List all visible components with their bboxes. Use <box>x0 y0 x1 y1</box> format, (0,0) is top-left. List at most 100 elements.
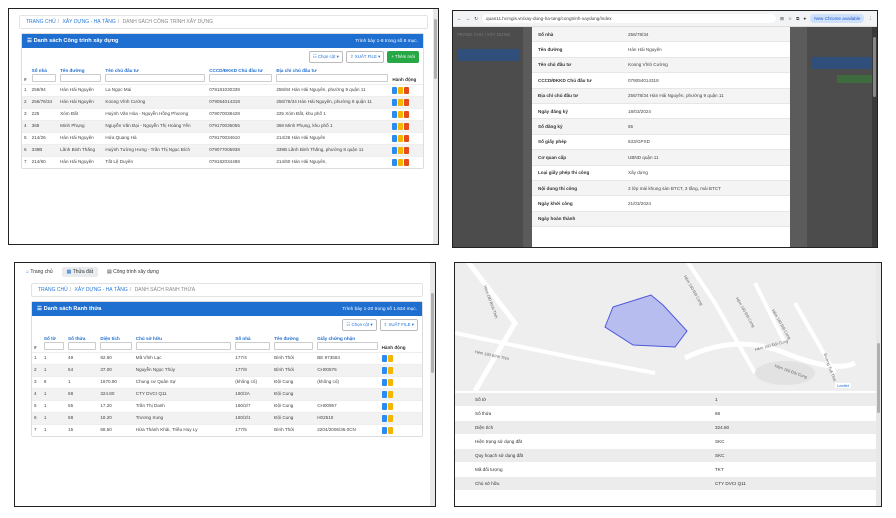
info-icon[interactable] <box>392 135 398 142</box>
filter-house-number[interactable] <box>235 342 271 350</box>
edit-icon[interactable] <box>398 87 404 94</box>
add-new-button[interactable]: + Thêm mới <box>387 51 419 63</box>
filter-street[interactable] <box>274 342 314 350</box>
table-row[interactable]: 7 214/60 Hàn Hải Nguyên Tất Lệ Duyên 0791820… <box>22 156 423 168</box>
filter-address[interactable] <box>276 74 389 82</box>
edit-icon[interactable] <box>398 147 404 154</box>
col-certificate[interactable]: Giấy chứng nhận <box>315 334 379 353</box>
col-house-number[interactable]: Số nhà <box>30 66 58 85</box>
info-icon[interactable] <box>392 111 398 118</box>
edit-icon[interactable] <box>387 367 393 374</box>
edit-icon[interactable] <box>398 99 404 106</box>
info-icon[interactable] <box>392 147 398 154</box>
info-icon[interactable] <box>381 403 387 410</box>
choose-columns-button[interactable]: ☷ Chọn cột ▾ <box>308 51 343 63</box>
filter-certificate[interactable] <box>317 342 378 350</box>
edit-icon[interactable] <box>387 403 393 410</box>
forward-icon[interactable]: → <box>466 16 471 21</box>
modal-scrollbar[interactable] <box>872 27 877 247</box>
vertical-scrollbar[interactable] <box>433 9 438 244</box>
filter-house-number[interactable] <box>31 74 57 82</box>
parcel-map[interactable]: Hẻm 180 Bình Thới Hẻm 160 Đội Cung Hẻm 1… <box>455 263 881 391</box>
table-row[interactable]: 3 225 Xóm Đất Huỳnh Văn Hòa - Nguyễn Hồng P… <box>22 108 423 121</box>
table-row[interactable]: 6 1 58 18.20 Trương Xung 160/2/1 Đội Cung H0251… <box>32 412 422 425</box>
delete-icon[interactable] <box>404 111 410 118</box>
edit-icon[interactable] <box>387 355 393 362</box>
table-row[interactable]: 6 339B Lãnh Binh Thăng Huỳnh Tường Hưng - T… <box>22 144 423 157</box>
info-icon[interactable] <box>381 367 387 374</box>
filter-street[interactable] <box>60 74 102 82</box>
tab-land-parcel[interactable]: ▦ Thửa đất <box>61 267 98 277</box>
info-icon[interactable] <box>392 87 398 94</box>
filter-sheet[interactable] <box>43 342 65 350</box>
info-icon[interactable] <box>381 427 387 434</box>
modal-backdrop[interactable]: TRANG CHỦ / XÂY DỰNG Số nhà 256/78/34 Tên … <box>453 27 877 247</box>
breadcrumb-home[interactable]: TRANG CHỦ <box>26 19 56 25</box>
table-row[interactable]: 3 8 1 1670.90 Chung cư Quân Sự (không có) Đội … <box>32 376 422 389</box>
edit-icon[interactable] <box>387 379 393 386</box>
col-owner[interactable]: Chủ sở hữu <box>134 334 234 353</box>
table-row[interactable]: 1 256/84 Hàn Hải Nguyên La Ngọc Mai 07918103… <box>22 84 423 97</box>
info-icon[interactable] <box>392 159 398 166</box>
edit-icon[interactable] <box>398 123 404 130</box>
delete-icon[interactable] <box>404 135 410 142</box>
delete-icon[interactable] <box>404 99 410 106</box>
filter-parcel[interactable] <box>68 342 97 350</box>
table-row[interactable]: 2 1 54 37.00 Nguyễn Ngọc Thủy 177/8 Bình Thới C… <box>32 364 422 377</box>
filter-area[interactable] <box>100 342 132 350</box>
table-row[interactable]: 5 214/26 Hàn Hải Nguyên Hứa Quang Hà 0791700… <box>22 132 423 145</box>
col-house-number[interactable]: Số nhà <box>233 334 272 353</box>
edit-icon[interactable] <box>387 391 393 398</box>
export-file-button[interactable]: ⇪ XUẤT FILE ▾ <box>345 51 385 63</box>
address-bar[interactable]: quan11.hcmgis.vn/xay-dung-ha-tang/congtr… <box>482 14 777 23</box>
info-icon[interactable] <box>381 379 387 386</box>
col-parcel[interactable]: Số thửa <box>66 334 98 353</box>
breadcrumb-category[interactable]: XÂY DỰNG - HẠ TẦNG <box>75 287 128 293</box>
new-chrome-badge[interactable]: New Chrome available <box>810 14 865 23</box>
delete-icon[interactable] <box>404 147 410 154</box>
edit-icon[interactable] <box>387 415 393 422</box>
table-row[interactable]: 7 1 15 68.50 Hứa Thành Khải, Triều Huy Ly 177… <box>32 424 422 436</box>
table-row[interactable]: 5 1 55 17.20 Trần Thị Danh 160/2/7 Đội Cung CH0… <box>32 400 422 413</box>
info-icon[interactable] <box>381 415 387 422</box>
breadcrumb-home[interactable]: TRANG CHỦ <box>38 287 68 293</box>
delete-icon[interactable] <box>404 159 410 166</box>
map-attribution[interactable]: Leaflet <box>834 383 851 388</box>
menu-kebab-icon[interactable]: ⋮ <box>868 16 873 22</box>
choose-columns-button[interactable]: ☷ Chọn cột ▾ <box>342 319 377 331</box>
col-sheet[interactable]: Số tờ <box>42 334 66 353</box>
edit-icon[interactable] <box>398 135 404 142</box>
info-icon[interactable] <box>392 123 398 130</box>
edit-icon[interactable] <box>398 111 404 118</box>
info-icon[interactable] <box>392 99 398 106</box>
table-row[interactable]: 2 256/78/34 Hàn Hải Nguyên Koong Vĩnh Cường… <box>22 96 423 109</box>
delete-icon[interactable] <box>404 87 410 94</box>
back-icon[interactable]: ← <box>457 16 462 21</box>
delete-icon[interactable] <box>404 123 410 130</box>
info-icon[interactable] <box>381 355 387 362</box>
table-row[interactable]: 1 1 49 92.60 Mã Vĩnh Lạc 177/4 Bình Thới BE 973… <box>32 352 422 365</box>
table-row[interactable]: 4 368 Minh Phụng Nguyễn Văn Đại - Nguyễn Th… <box>22 120 423 133</box>
vertical-scrollbar[interactable] <box>876 263 881 506</box>
translate-icon[interactable]: ⊞ <box>780 16 784 22</box>
profile-icon[interactable]: ● <box>803 16 806 21</box>
col-street[interactable]: Tên đường <box>58 66 103 85</box>
bookmark-star-icon[interactable]: ☆ <box>788 16 792 22</box>
breadcrumb-category[interactable]: XÂY DỰNG - HẠ TẦNG <box>63 19 116 25</box>
tab-home[interactable]: ⌂ Trang chủ <box>21 267 58 277</box>
col-area[interactable]: Diện tích <box>98 334 133 353</box>
info-icon[interactable] <box>381 391 387 398</box>
col-street[interactable]: Tên đường <box>272 334 315 353</box>
table-row[interactable]: 4 1 68 324.80 CTY DVCI Q11 160/2A Đội Cung <box>32 388 422 401</box>
filter-id-number[interactable] <box>209 74 273 82</box>
extensions-icon[interactable]: ⧉ <box>796 16 799 21</box>
export-file-button[interactable]: ⇪ XUẤT FILE ▾ <box>379 319 418 331</box>
filter-investor[interactable] <box>105 74 206 82</box>
col-address[interactable]: Địa chỉ chủ đầu tư <box>274 66 390 85</box>
reload-icon[interactable]: ↻ <box>474 16 478 22</box>
col-investor[interactable]: Tên chủ đầu tư <box>103 66 207 85</box>
edit-icon[interactable] <box>398 159 404 166</box>
edit-icon[interactable] <box>387 427 393 434</box>
col-id-number[interactable]: CCCD/ĐKKD Chủ đầu tư <box>207 66 274 85</box>
vertical-scrollbar[interactable] <box>430 263 435 506</box>
